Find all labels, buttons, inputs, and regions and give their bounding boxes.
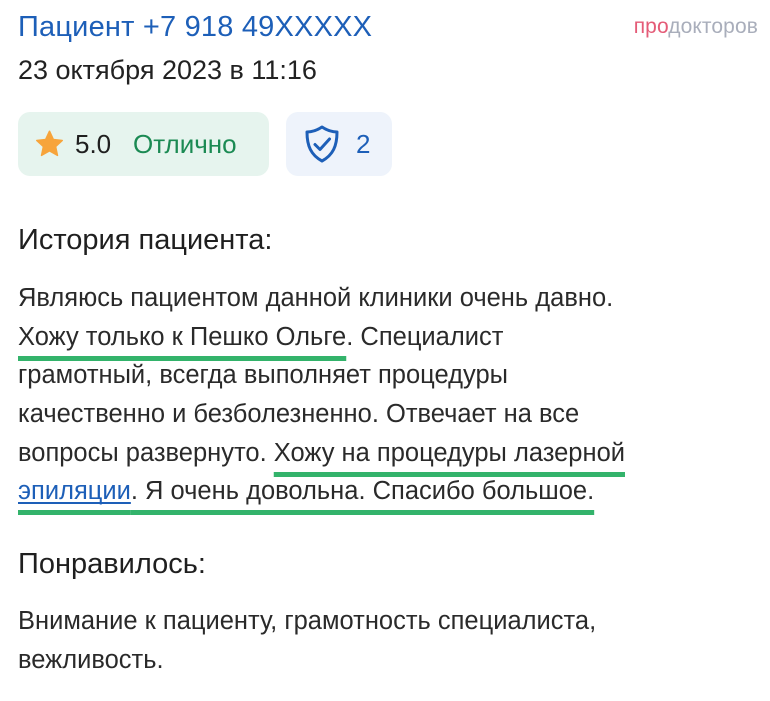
liked-title: Понравилось: [18,548,206,580]
logo-text-pro: про [633,15,669,38]
patient-name[interactable]: Пациент +7 918 49XXXXX [18,10,372,44]
history-line-text: Являюсь пациентом данной клиники очень д… [18,284,614,312]
history-line-text: . Специалист [346,322,504,351]
epilation-link[interactable]: эпиляции [18,477,131,505]
liked-line-text: вежливость. [18,645,164,674]
history-line: эпиляции. Я очень довольна. Спасибо боль… [18,472,763,511]
star-icon [36,130,63,157]
review-date: 23 октября 2023 в 11:16 [18,55,317,85]
verified-count: 2 [356,129,371,159]
review-card: Пациент +7 918 49XXXXX продокторов 23 ок… [0,0,770,701]
liked-line: Внимание к пациенту, грамотность специал… [18,602,763,641]
highlighted-phrase: Хожу только к Пешко Ольге [18,322,347,351]
highlight-wrap: эпиляции [18,477,131,505]
history-line: грамотный, всегда выполняет процедуры [18,356,763,395]
history-line: вопросы развернуто. Хожу на процедуры ла… [18,434,763,473]
shield-check-icon [305,125,339,163]
history-line: качественно и безболезненно. Отвечает на… [18,395,763,434]
highlighted-phrase: . Я очень довольна. Спасибо большое. [130,477,595,506]
history-title: История пациента: [18,224,273,256]
rating-badge: 5.0 Отлично [18,112,269,176]
prodoctorov-logo[interactable]: продокторов [634,14,758,40]
history-line: Являюсь пациентом данной клиники очень д… [18,279,763,318]
history-line: Хожу только к Пешко Ольге. Специалист [18,318,763,357]
history-line-text: грамотный, всегда выполняет процедуры [18,361,508,390]
liked-line-text: Внимание к пациенту, грамотность специал… [18,607,597,635]
verified-badge[interactable]: 2 [286,112,392,176]
highlighted-phrase: Хожу на процедуры лазерной [273,438,625,467]
history-line-text: качественно и безболезненно. Отвечает на… [18,400,580,429]
liked-line: вежливость. [18,641,763,680]
logo-text-doktorov: докторов [668,15,758,38]
history-text: Являюсь пациентом данной клиники очень д… [18,279,763,511]
rating-label: Отлично [133,129,237,159]
liked-text: Внимание к пациенту, грамотность специал… [18,602,763,679]
rating-value: 5.0 [75,129,112,159]
history-line-text: вопросы развернуто. [18,438,274,467]
